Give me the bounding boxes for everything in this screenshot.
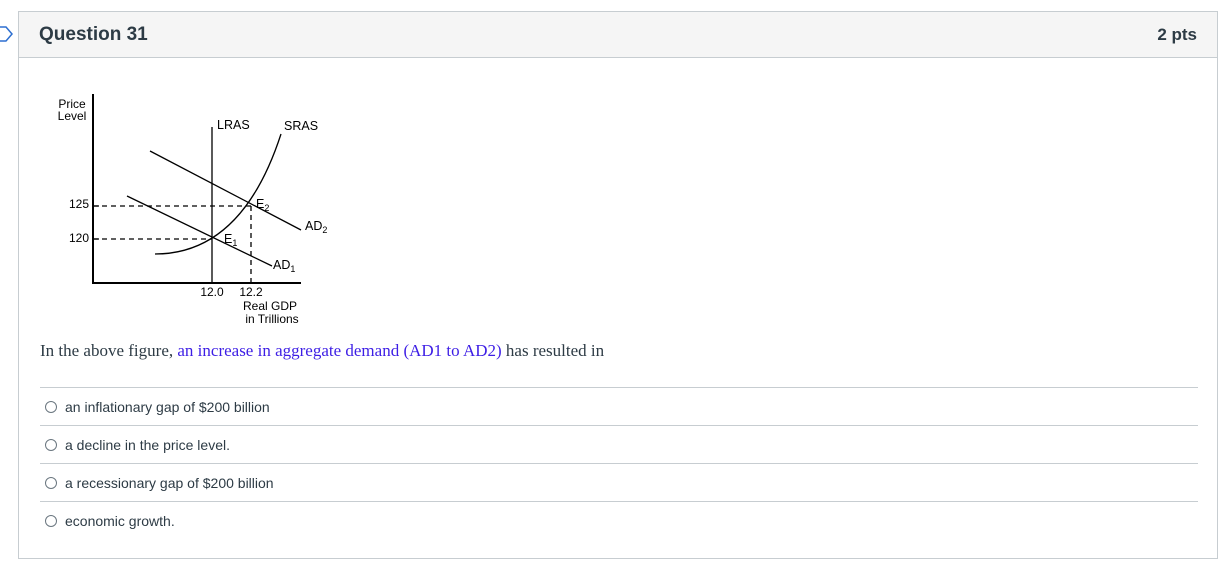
y-axis-label-line2: Level xyxy=(58,109,87,123)
gdp-12-2-label: 12.2 xyxy=(239,285,263,299)
answer-option-4[interactable]: economic growth. xyxy=(40,501,1198,539)
e2-label: E2 xyxy=(256,197,269,213)
price-120-label: 120 xyxy=(69,231,89,245)
answer-option-1[interactable]: an inflationary gap of $200 billion xyxy=(40,387,1198,425)
sras-curve xyxy=(154,133,282,255)
gdp-12-0-label: 12.0 xyxy=(200,285,224,299)
x-axis-label-line1: Real GDP xyxy=(243,299,297,313)
question-points: 2 pts xyxy=(1157,24,1197,44)
radio-button[interactable] xyxy=(45,514,57,527)
question-title: Question 31 xyxy=(39,23,148,45)
answer-option-2[interactable]: a decline in the price level. xyxy=(40,425,1198,463)
answer-label: an inflationary gap of $200 billion xyxy=(65,398,270,415)
x-axis-label-line2: in Trillions xyxy=(245,312,298,324)
answer-list: an inflationary gap of $200 billion a de… xyxy=(40,387,1198,539)
radio-button[interactable] xyxy=(45,400,57,413)
ad-as-figure: Price Level LRAS SRAS 125 120 E2 E1 AD2 … xyxy=(37,84,327,324)
radio-button[interactable] xyxy=(45,476,57,489)
prompt-after: has resulted in xyxy=(501,341,605,360)
answer-label: economic growth. xyxy=(65,512,175,529)
question-prompt: In the above figure, an increase in aggr… xyxy=(40,341,604,361)
prompt-before: In the above figure, xyxy=(40,341,178,360)
answer-option-3[interactable]: a recessionary gap of $200 billion xyxy=(40,463,1198,501)
prompt-highlight: an increase in aggregate demand (AD1 to … xyxy=(177,341,502,360)
lras-label: LRAS xyxy=(217,118,250,132)
ad2-label: AD2 xyxy=(305,219,327,235)
question-card: Question 31 2 pts Price Level LRAS SRAS xyxy=(18,11,1218,559)
price-125-label: 125 xyxy=(69,197,89,211)
chevron-right-icon[interactable] xyxy=(0,25,14,43)
radio-button[interactable] xyxy=(45,438,57,451)
answer-label: a recessionary gap of $200 billion xyxy=(65,474,274,491)
sras-label: SRAS xyxy=(284,119,318,133)
question-header: Question 31 2 pts xyxy=(19,12,1217,58)
ad1-label: AD1 xyxy=(273,258,295,274)
e1-label: E1 xyxy=(224,232,237,248)
answer-label: a decline in the price level. xyxy=(65,436,230,453)
ad-as-diagram: Price Level LRAS SRAS 125 120 E2 E1 AD2 … xyxy=(58,94,327,324)
